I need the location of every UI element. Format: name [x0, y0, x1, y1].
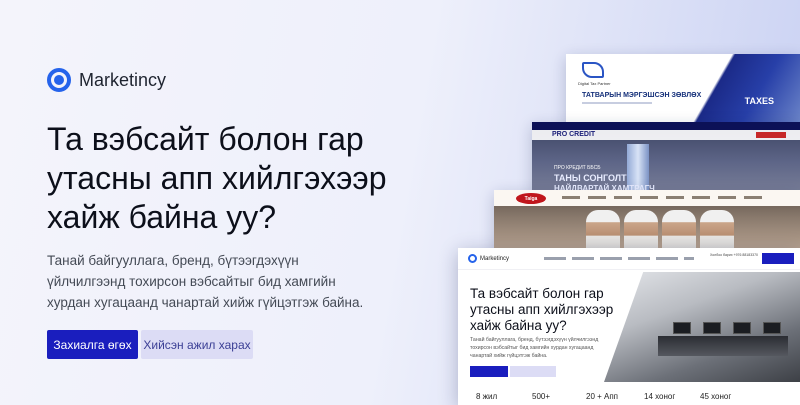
view-work-button[interactable]: Хийсэн ажил харах	[141, 330, 253, 359]
mini-nav-menu	[544, 257, 694, 260]
taxes-label: TAXES	[744, 96, 774, 106]
stat-value: 500+	[532, 392, 551, 401]
hero-headline: Та вэбсайт болон гар утасны апп хийлгэхэ…	[47, 121, 387, 235]
monitor-icon	[703, 322, 721, 334]
nav-menu	[562, 196, 770, 199]
top-bar	[532, 122, 800, 130]
mini-description: Танай байгууллага, бренд, бүтээгдэхүүн ү…	[470, 337, 599, 359]
nav-cta	[756, 132, 786, 138]
mini-cta-button	[762, 253, 794, 264]
monitor-icon	[673, 322, 691, 334]
tax-subtitle: Digital Tax Partner	[578, 81, 611, 86]
procredit-brand: PRO CREDIT	[552, 131, 596, 138]
brand-name: Marketincy	[79, 69, 167, 90]
mini-contact: Холбоо барих +976 88183370	[709, 253, 758, 257]
stat-value: 14 хоног	[644, 392, 676, 401]
logo-icon	[47, 68, 71, 92]
chef-image	[624, 210, 658, 252]
tax-underline	[582, 102, 652, 104]
mini-primary-button	[470, 366, 508, 377]
chef-image	[700, 210, 734, 252]
procredit-line2: ТАНЫ СОНГОЛТ	[554, 173, 627, 183]
portfolio-screenshot-tax: Digital Tax Partner ТАТВАРЫН МЭРГЭШСЭН З…	[566, 54, 800, 126]
monitor-icon	[733, 322, 751, 334]
stat-value: 20 + Апп	[586, 392, 619, 401]
portfolio-screenshot-taiga: Taiga	[494, 190, 800, 252]
stat-value: 45 хоног	[700, 392, 732, 401]
chef-image	[662, 210, 696, 252]
mini-logo-icon	[468, 254, 477, 263]
mini-stats: 8 жил 500+ 20 + Апп 14 хоног 45 хоног	[458, 386, 800, 405]
procredit-line1: ПРО КРЕДИТ ББСБ	[554, 165, 601, 171]
portfolio-screenshot-marketincy: Marketincy Холбоо барих +976 88183370 Та…	[458, 248, 800, 405]
portfolio-screenshot-procredit: PRO CREDIT ПРО КРЕДИТ ББСБ ТАНЫ СОНГОЛТ …	[532, 122, 800, 194]
hero-description: Танай байгууллага, бренд, бүтээгдэхүүн ү…	[47, 253, 364, 310]
monitor-icon	[763, 322, 781, 334]
taiga-logo: Taiga	[516, 193, 546, 204]
order-button[interactable]: Захиалга өгөх	[47, 330, 138, 359]
desk-image	[658, 336, 788, 356]
tax-title: ТАТВАРЫН МЭРГЭШСЭН ЗӨВЛӨХ	[582, 92, 702, 99]
brand-logo[interactable]: Marketincy	[47, 68, 166, 92]
mini-secondary-button	[510, 366, 556, 377]
mini-headline: Та вэбсайт болон гар утасны апп хийлгэхэ…	[470, 286, 614, 333]
mini-brand-name: Marketincy	[480, 255, 510, 262]
chef-image	[586, 210, 620, 252]
tax-logo-icon	[582, 62, 604, 78]
hero-banner-image	[690, 54, 800, 126]
stat-value: 8 жил	[476, 392, 498, 401]
